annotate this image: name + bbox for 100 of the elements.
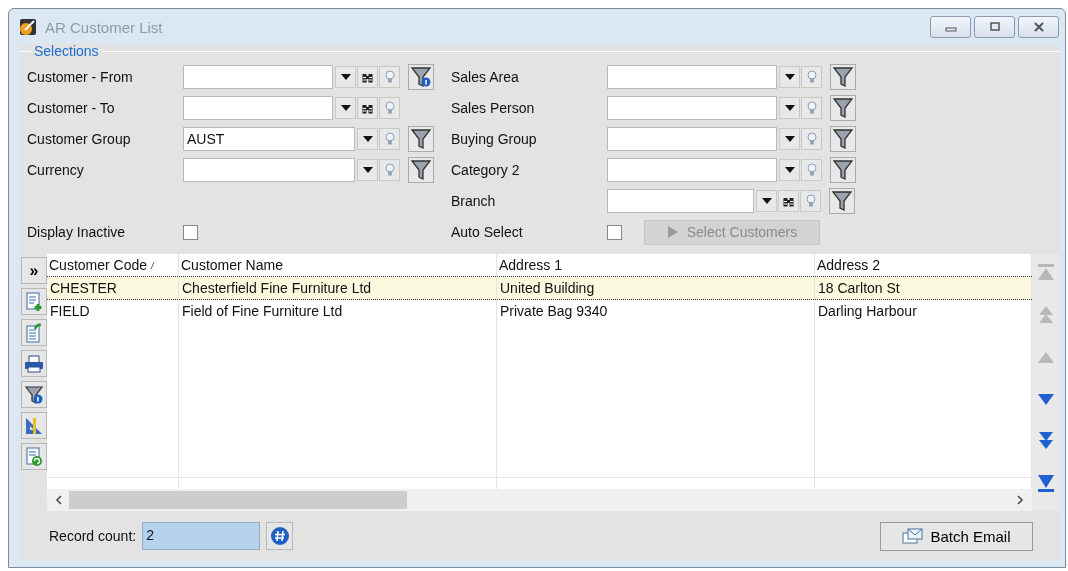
lightbulb-icon [384, 163, 395, 177]
table-cell: FIELD [50, 303, 90, 319]
table-row[interactable]: CHESTER Chesterfield Fine Furniture Ltd United Building 18 Carlton St [47, 277, 1032, 300]
funnel-icon [831, 190, 853, 212]
filter-button[interactable] [830, 64, 856, 90]
table-cell: Private Bag 9340 [500, 303, 608, 319]
count-button[interactable] [266, 522, 294, 550]
input-field[interactable] [183, 158, 355, 182]
column-header[interactable]: Address 1 [499, 257, 563, 273]
binoculars-button[interactable] [357, 66, 378, 88]
field-label: Customer - From [27, 69, 134, 85]
dropdown-button[interactable] [779, 128, 800, 150]
dropdown-arrow-icon [784, 136, 795, 142]
funnel-icon [410, 66, 432, 88]
close-icon [1032, 22, 1045, 32]
field-label: Branch [451, 193, 497, 209]
table-cell: United Building [500, 280, 595, 296]
add-document-button[interactable] [21, 288, 47, 315]
dropdown-button[interactable] [335, 66, 356, 88]
selections-heading: Selections [31, 43, 102, 59]
column-header[interactable]: Address 2 [817, 257, 881, 273]
record-count-label: Record count: [49, 528, 137, 544]
filter-button[interactable] [829, 188, 855, 214]
input-field[interactable]: AUST [183, 127, 355, 151]
lightbulb-icon [384, 101, 395, 115]
filter-button[interactable] [408, 64, 434, 90]
column-header[interactable]: Customer Code [49, 257, 148, 273]
lightbulb-icon [806, 132, 817, 146]
dropdown-arrow-icon [362, 167, 373, 173]
filter-button[interactable] [408, 126, 434, 152]
export-document-button[interactable] [21, 319, 47, 346]
input-field[interactable] [607, 96, 777, 120]
record-count-field: 2 [142, 522, 261, 550]
input-field[interactable] [607, 158, 777, 182]
minimize-button[interactable] [930, 16, 971, 38]
batch-email-button[interactable]: Batch Email [880, 521, 1033, 551]
maximize-button[interactable] [974, 16, 1015, 38]
binoculars-icon [783, 195, 794, 207]
scrollbar-thumb[interactable] [69, 491, 407, 509]
column-header[interactable]: Customer Name [181, 257, 283, 273]
binoculars-button[interactable] [778, 190, 799, 212]
first-arrow-icon [1036, 263, 1055, 283]
input-field[interactable] [607, 127, 777, 151]
ruler-icon [24, 415, 44, 436]
binoculars-icon [362, 71, 373, 83]
filter-info-button[interactable] [21, 381, 47, 408]
maximize-icon [988, 22, 1001, 32]
checkbox[interactable] [183, 224, 198, 240]
expand-button[interactable]: » [21, 257, 47, 284]
input-field[interactable] [183, 65, 333, 89]
checkbox-label: Display Inactive [27, 224, 127, 240]
dropdown-button[interactable] [779, 97, 800, 119]
dropdown-arrow-icon [761, 198, 772, 204]
print-button[interactable] [21, 350, 47, 377]
ruler-button[interactable] [21, 412, 47, 439]
hash-icon [269, 526, 290, 546]
funnel-icon [410, 159, 432, 181]
lightbulb-icon [384, 70, 395, 84]
filter-button[interactable] [830, 157, 856, 183]
dropdown-arrow-icon [784, 74, 795, 80]
page-up-arrow-icon [1036, 305, 1055, 325]
funnel-icon [410, 128, 432, 150]
field-label: Sales Area [451, 69, 520, 85]
checkbox-label: Auto Select [451, 224, 524, 240]
table-cell: CHESTER [50, 280, 117, 296]
table-cell: Darling Harbour [818, 303, 917, 319]
play-icon [666, 225, 679, 239]
table-cell: 18 Carlton St [818, 280, 900, 296]
horizontal-scrollbar[interactable] [47, 489, 1032, 511]
dropdown-button[interactable] [779, 66, 800, 88]
dropdown-button[interactable] [335, 97, 356, 119]
add-document-icon [25, 291, 43, 312]
scroll-left-icon[interactable] [55, 495, 63, 505]
window-title: AR Customer List [45, 18, 163, 36]
close-button[interactable] [1018, 16, 1059, 38]
table-cell: Chesterfield Fine Furniture Ltd [182, 280, 372, 296]
dropdown-button[interactable] [779, 159, 800, 181]
app-icon [19, 18, 37, 36]
binoculars-icon [362, 102, 373, 114]
last-arrow-icon [1036, 473, 1055, 493]
dropdown-arrow-icon [340, 74, 351, 80]
funnel-icon [832, 159, 854, 181]
dropdown-arrow-icon [784, 167, 795, 173]
dropdown-button[interactable] [756, 190, 777, 212]
field-label: Category 2 [451, 162, 521, 178]
filter-button[interactable] [830, 95, 856, 121]
input-field[interactable] [607, 189, 754, 213]
checkbox[interactable] [607, 224, 622, 240]
filter-button[interactable] [408, 157, 434, 183]
field-label: Customer Group [27, 131, 132, 147]
scroll-right-icon[interactable] [1016, 495, 1024, 505]
dropdown-button[interactable] [357, 159, 378, 181]
page-down-arrow-icon [1036, 431, 1055, 451]
refresh-document-button[interactable] [21, 443, 47, 470]
dropdown-button[interactable] [357, 128, 378, 150]
filter-button[interactable] [830, 126, 856, 152]
table-cell: Field of Fine Furniture Ltd [182, 303, 343, 319]
input-field[interactable] [183, 96, 333, 120]
input-field[interactable] [607, 65, 777, 89]
binoculars-button[interactable] [357, 97, 378, 119]
